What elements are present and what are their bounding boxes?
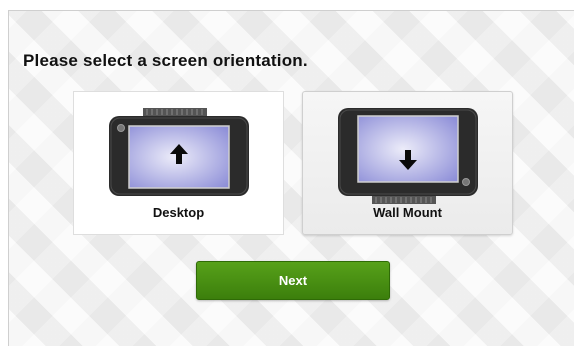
page-title: Please select a screen orientation. (23, 51, 308, 70)
option-label: Desktop (152, 205, 205, 220)
option-wall-mount[interactable]: Wall Mount (302, 91, 513, 235)
orientation-screen: Please select a screen orientation. Desk… (8, 10, 574, 346)
option-desktop[interactable]: Desktop (73, 91, 284, 235)
option-label: Wall Mount (373, 205, 442, 220)
wall-mount-device-icon (338, 108, 478, 204)
desktop-device-icon (109, 108, 249, 196)
next-button[interactable]: Next (196, 261, 390, 300)
